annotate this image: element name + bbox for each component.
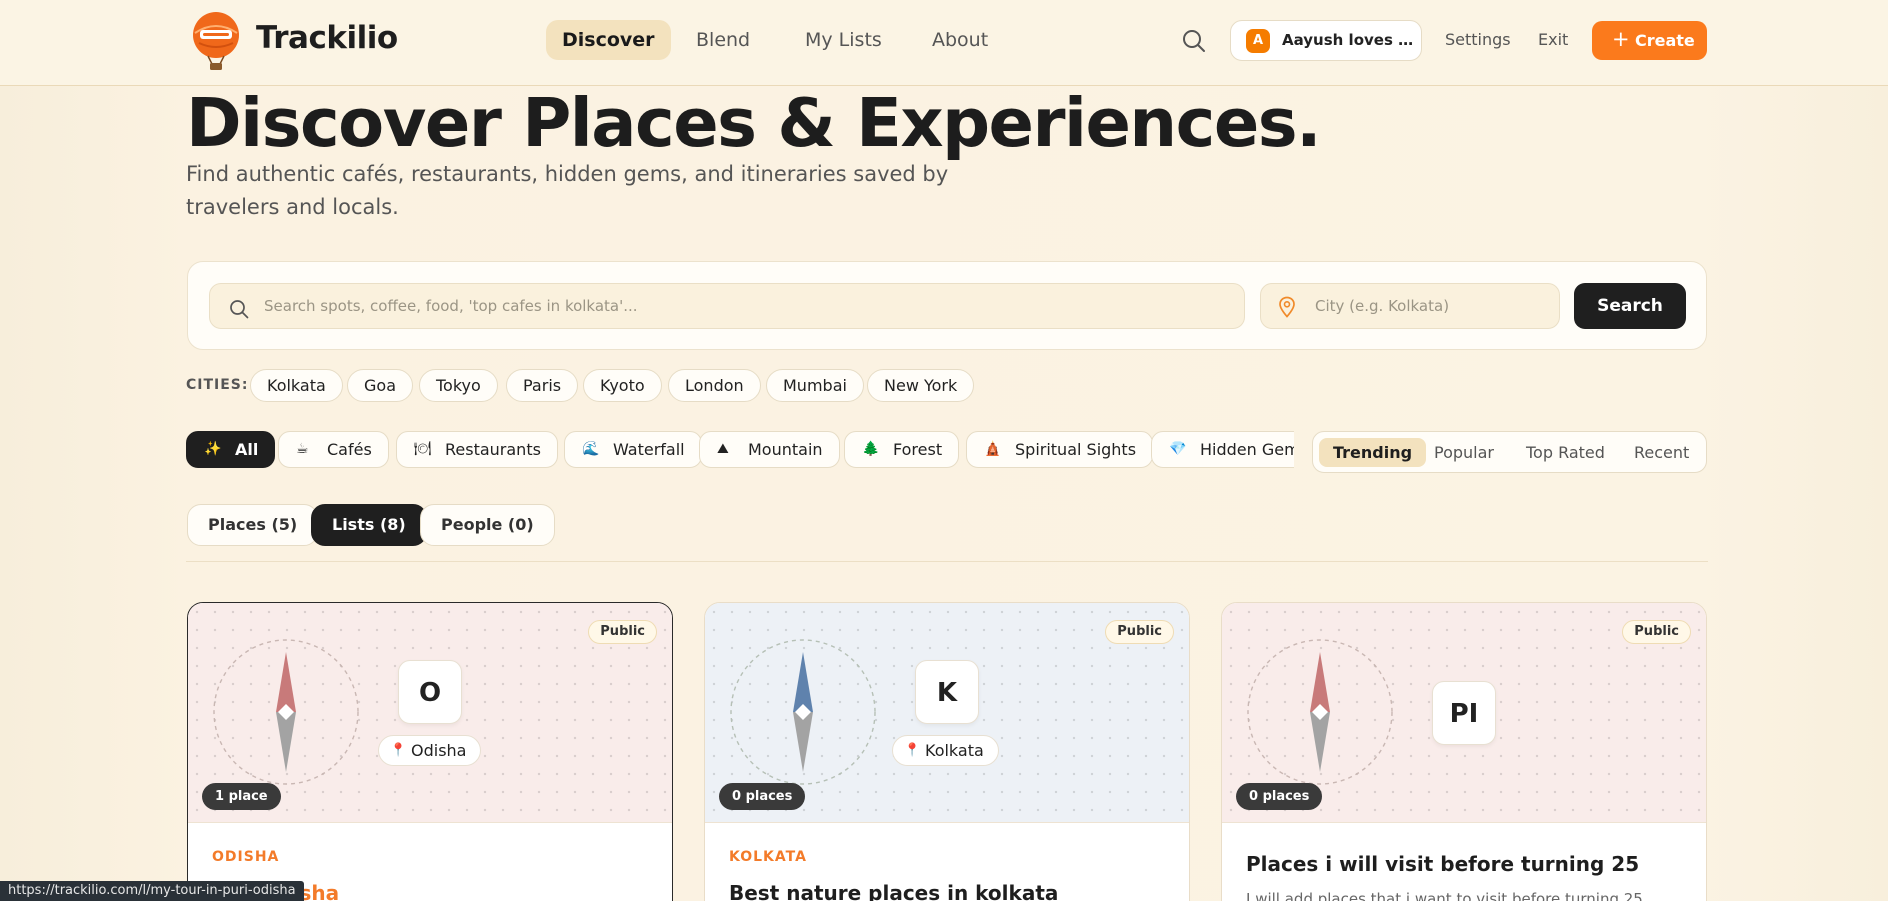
tree-icon: 🌲 [862,441,880,457]
pin-icon: 📍 [904,743,921,758]
city-field[interactable] [1260,283,1560,329]
nav-discover[interactable]: Discover [546,20,671,60]
list-initial: K [915,660,979,724]
user-menu-button[interactable]: A Aayush loves m... [1230,20,1422,61]
nav-about[interactable]: About [932,20,988,60]
tab-lists[interactable]: Lists (8) [311,504,427,546]
category-label: Waterfall [613,440,685,459]
place-count-badge: 0 places [1236,783,1323,810]
category-label: All [235,440,259,459]
list-card[interactable]: Public O 📍 Odisha 1 place ODISHA Puri od… [187,602,673,901]
coffee-icon: ☕ [296,441,309,457]
fork-knife-icon: 🍽 [414,441,432,457]
sort-trending[interactable]: Trending [1319,438,1427,467]
location-label: Odisha [411,741,467,760]
category-all[interactable]: ✨ All [186,431,276,468]
visibility-badge: Public [1105,620,1174,644]
place-count-badge: 0 places [719,783,806,810]
category-forest[interactable]: 🌲 Forest [844,431,960,468]
card-cover: Public PI 0 places [1222,603,1706,823]
category-label: Forest [893,440,943,459]
card-cover: Public K 📍 Kolkata 0 places [705,603,1189,823]
sort-toggle: Trending Popular Top Rated Recent [1312,431,1707,473]
map-pin-icon [1279,296,1295,318]
settings-link[interactable]: Settings [1445,30,1511,49]
city-chip-tokyo[interactable]: Tokyo [419,369,498,402]
category-cafes[interactable]: ☕ Cafés [278,431,389,468]
location-pill: 📍 Kolkata [892,735,999,766]
category-filter-bar: ✨ All ☕ Cafés 🍽 Restaurants 🌊 Waterfall … [186,431,1294,469]
visibility-badge: Public [588,620,657,644]
create-button[interactable]: + Create [1592,21,1707,60]
search-input[interactable] [264,284,1224,328]
create-label: Create [1635,31,1695,50]
exit-link[interactable]: Exit [1538,30,1568,49]
avatar: A [1246,29,1270,53]
category-label: Hidden Gems [1200,440,1294,459]
card-title[interactable]: Best nature places in kolkata [729,881,1058,901]
category-hidden-gems[interactable]: 💎 Hidden Gems [1151,431,1294,468]
category-label: Spiritual Sights [1015,440,1137,459]
city-chip-kolkata[interactable]: Kolkata [250,369,343,402]
sort-recent[interactable]: Recent [1620,438,1703,467]
city-chip-paris[interactable]: Paris [506,369,579,402]
visibility-badge: Public [1622,620,1691,644]
nav-blend[interactable]: Blend [696,20,750,60]
category-label: Mountain [748,440,823,459]
sparkles-icon: ✨ [204,441,222,457]
category-mountain[interactable]: ⛰ Mountain [699,431,840,468]
category-waterfall[interactable]: 🌊 Waterfall [564,431,702,468]
search-icon [230,300,249,319]
city-chip-london[interactable]: London [668,369,761,402]
city-input[interactable] [1315,284,1545,328]
compass-icon [730,639,876,785]
sort-popular[interactable]: Popular [1420,438,1508,467]
brand-name[interactable]: Trackilio [256,20,398,56]
page-title: Discover Places & Experiences. [186,84,1322,162]
wave-icon: 🌊 [582,441,600,457]
search-icon[interactable] [1181,28,1207,54]
gem-icon: 💎 [1169,441,1187,457]
mountain-icon: ⛰ [717,441,729,457]
category-label: Restaurants [445,440,541,459]
page-subtitle: Find authentic cafés, restaurants, hidde… [186,162,949,219]
section-divider [186,561,1708,562]
compass-icon [1247,639,1393,785]
location-pill: 📍 Odisha [378,735,482,766]
link-preview-status: https://trackilio.com/l/my-tour-in-puri-… [0,881,304,901]
balloon-logo-icon[interactable] [191,11,241,71]
user-name: Aayush loves m... [1282,31,1414,49]
city-chip-new-york[interactable]: New York [867,369,975,402]
search-button[interactable]: Search [1574,283,1686,329]
city-chip-mumbai[interactable]: Mumbai [766,369,864,402]
place-count-badge: 1 place [202,783,281,810]
compass-icon [213,639,359,785]
card-cover: Public O 📍 Odisha 1 place [188,603,672,823]
list-card[interactable]: Public K 📍 Kolkata 0 places KOLKATA Best… [704,602,1190,901]
category-label: Cafés [327,440,372,459]
city-chip-kyoto[interactable]: Kyoto [583,369,662,402]
tab-places[interactable]: Places (5) [187,504,319,546]
card-description: I will add places that i want to visit b… [1246,890,1643,901]
search-field[interactable] [209,283,1245,329]
plus-icon: + [1612,27,1630,51]
top-navbar: Trackilio Discover Blend My Lists About … [0,0,1888,86]
sort-top-rated[interactable]: Top Rated [1512,438,1619,467]
search-panel: Search [187,261,1707,350]
tab-people[interactable]: People (0) [420,504,555,546]
category-restaurants[interactable]: 🍽 Restaurants [396,431,558,468]
city-chip-goa[interactable]: Goa [347,369,413,402]
cities-label: CITIES: [186,377,249,393]
card-title[interactable]: Places i will visit before turning 25 [1246,852,1639,876]
location-label: Kolkata [925,741,984,760]
pin-icon: 📍 [390,743,407,758]
list-card[interactable]: Public PI 0 places Places i will visit b… [1221,602,1707,901]
card-city: ODISHA [212,849,280,865]
category-spiritual-sights[interactable]: 🛕 Spiritual Sights [966,431,1154,468]
list-initial: O [398,660,462,724]
list-initial: PI [1432,681,1496,745]
card-city: KOLKATA [729,849,807,865]
temple-icon: 🛕 [984,441,1002,457]
nav-my-lists[interactable]: My Lists [805,20,882,60]
